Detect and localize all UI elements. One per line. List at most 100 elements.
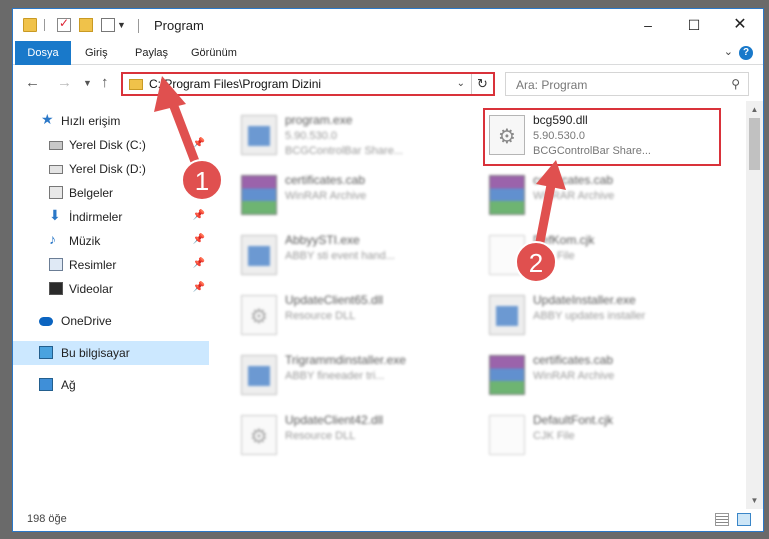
file-tile[interactable]: DefKom.cjk CJK File	[467, 227, 707, 285]
properties-check-icon[interactable]	[57, 16, 71, 32]
file-detail: BCGControlBar Share...	[285, 145, 403, 157]
sidebar-item-local-disk-c[interactable]: Yerel Disk (C:) 📌	[13, 133, 209, 157]
chevron-down-icon[interactable]: ⌄	[724, 45, 733, 58]
status-bar: 198 öğe	[13, 509, 763, 531]
help-icon[interactable]: ?	[739, 46, 753, 60]
customize-quick-access-dropdown[interactable]: ▼	[117, 20, 126, 30]
file-tile[interactable]: AbbyySTI.exe ABBY sti event hand...	[219, 227, 459, 285]
sidebar-item-downloads[interactable]: ⬇ İndirmeler 📌	[13, 205, 209, 229]
folder-icon[interactable]	[23, 18, 37, 32]
drive-icon	[49, 141, 63, 150]
file-tile[interactable]: UpdateClient65.dll Resource DLL	[219, 287, 459, 345]
sidebar-item-network[interactable]: Ağ	[13, 373, 209, 397]
recent-locations-dropdown[interactable]: ▼	[83, 78, 92, 88]
maximize-button[interactable]: ☐	[671, 9, 717, 41]
sidebar-item-this-pc[interactable]: Bu bilgisayar	[13, 341, 209, 365]
exe-file-icon	[489, 295, 525, 335]
file-tile[interactable]: certificates.cab WinRAR Archive	[467, 167, 707, 225]
pin-icon[interactable]: 📌	[193, 138, 205, 149]
sidebar-item-onedrive[interactable]: OneDrive	[13, 309, 209, 333]
computer-icon	[39, 346, 53, 359]
sidebar-item-label: Belgeler	[69, 186, 114, 200]
sidebar-item-music[interactable]: ♪ Müzik 📌	[13, 229, 209, 253]
scroll-down-arrow-icon[interactable]: ▼	[746, 492, 763, 509]
pin-icon[interactable]: 📌	[193, 282, 205, 293]
file-tile[interactable]: UpdateInstaller.exe ABBY updates installe…	[467, 287, 707, 345]
properties-icon[interactable]	[101, 18, 115, 32]
download-icon: ⬇	[49, 207, 61, 223]
sidebar-item-label: Yerel Disk (C:)	[69, 138, 146, 152]
address-path[interactable]: C:\Program Files\Program Dizini	[149, 77, 321, 91]
scroll-up-arrow-icon[interactable]: ▲	[746, 101, 763, 118]
scroll-thumb[interactable]	[749, 118, 760, 170]
file-name: UpdateInstaller.exe	[533, 293, 636, 307]
network-icon	[39, 378, 53, 391]
file-tile[interactable]: UpdateClient42.dll Resource DLL	[219, 407, 459, 465]
new-folder-icon[interactable]	[79, 18, 93, 32]
file-name: program.exe	[285, 113, 353, 127]
file-detail: WinRAR Archive	[533, 370, 615, 382]
sidebar-item-quick-access[interactable]: ★ Hızlı erişim	[13, 109, 209, 133]
explorer-window: ▼ Program – ☐ ✕ Dosya Giriş Paylaş Görün…	[12, 8, 764, 532]
chevron-down-icon[interactable]: ⌄	[457, 78, 465, 89]
file-detail: Resource DLL	[285, 310, 356, 322]
close-button[interactable]: ✕	[717, 9, 763, 41]
file-detail: ABBY sti event hand...	[285, 250, 395, 262]
sidebar-item-label: Müzik	[69, 234, 101, 248]
tab-view[interactable]: Görünüm	[191, 41, 237, 65]
file-name: UpdateClient42.dll	[285, 413, 384, 427]
dll-file-icon	[241, 295, 277, 335]
refresh-button[interactable]: ↻	[471, 74, 493, 94]
exe-file-icon	[241, 235, 277, 275]
file-detail: WinRAR Archive	[285, 190, 367, 202]
search-input[interactable]: Ara: Program	[516, 78, 587, 92]
folder-icon	[129, 79, 143, 90]
search-box[interactable]: Ara: Program ⚲	[505, 72, 749, 96]
navigation-bar: ← → ▼ ↑ C:\Program Files\Program Dizini …	[13, 66, 763, 100]
file-detail: WinRAR Archive	[533, 190, 615, 202]
file-detail: CJK File	[533, 250, 575, 262]
sidebar-item-label: Bu bilgisayar	[61, 346, 130, 360]
details-view-icon[interactable]	[715, 513, 729, 526]
pin-icon[interactable]: 📌	[193, 234, 205, 245]
back-arrow-icon[interactable]: ←	[25, 74, 40, 91]
tab-share[interactable]: Paylaş	[135, 41, 168, 65]
archive-file-icon	[489, 175, 525, 215]
pin-icon[interactable]: 📌	[193, 258, 205, 269]
sidebar-item-label: İndirmeler	[69, 210, 123, 224]
file-tile[interactable]: certificates.cab WinRAR Archive	[467, 347, 707, 405]
sidebar-item-documents[interactable]: Belgeler	[13, 181, 209, 205]
pictures-icon	[49, 258, 63, 271]
file-tile[interactable]: Trigrammdinstaller.exe ABBY fineeader tri…	[219, 347, 459, 405]
sidebar-item-label: Resimler	[69, 258, 117, 272]
sidebar-item-label: Hızlı erişim	[61, 114, 121, 128]
cjk-file-icon	[489, 415, 525, 455]
file-name: certificates.cab	[533, 173, 614, 187]
sidebar-item-label: OneDrive	[61, 314, 112, 328]
sidebar-item-local-disk-d[interactable]: Yerel Disk (D:)	[13, 157, 209, 181]
music-icon: ♪	[49, 231, 56, 247]
tab-home[interactable]: Giriş	[85, 41, 108, 65]
up-arrow-icon[interactable]: ↑	[101, 74, 109, 91]
forward-arrow-icon[interactable]: →	[57, 74, 72, 91]
dll-file-icon	[241, 415, 277, 455]
file-tile[interactable]: program.exe 5.90.530.0 BCGControlBar Share…	[219, 107, 459, 165]
file-detail: ABBY fineeader tri...	[285, 370, 385, 382]
window-title: Program	[154, 18, 204, 33]
file-tile[interactable]: DefaultFont.cjk CJK File	[467, 407, 707, 465]
sidebar-item-label: Yerel Disk (D:)	[69, 162, 146, 176]
archive-file-icon	[241, 175, 277, 215]
tiles-view-icon[interactable]	[737, 513, 751, 526]
file-tile[interactable]: certificates.cab WinRAR Archive	[219, 167, 459, 225]
vertical-scrollbar[interactable]: ▲ ▼	[746, 101, 763, 509]
file-name: AbbyySTI.exe	[285, 233, 360, 247]
item-count: 198 öğe	[27, 513, 67, 525]
pin-icon[interactable]: 📌	[193, 210, 205, 221]
tab-file[interactable]: Dosya	[15, 41, 71, 65]
sidebar-item-label: Videolar	[69, 282, 113, 296]
title-bar: ▼ Program – ☐ ✕	[13, 9, 763, 41]
sidebar-item-pictures[interactable]: Resimler 📌	[13, 253, 209, 277]
minimize-button[interactable]: –	[625, 9, 671, 41]
address-bar[interactable]: C:\Program Files\Program Dizini ⌄ ↻	[121, 72, 495, 96]
sidebar-item-videos[interactable]: Videolar 📌	[13, 277, 209, 301]
